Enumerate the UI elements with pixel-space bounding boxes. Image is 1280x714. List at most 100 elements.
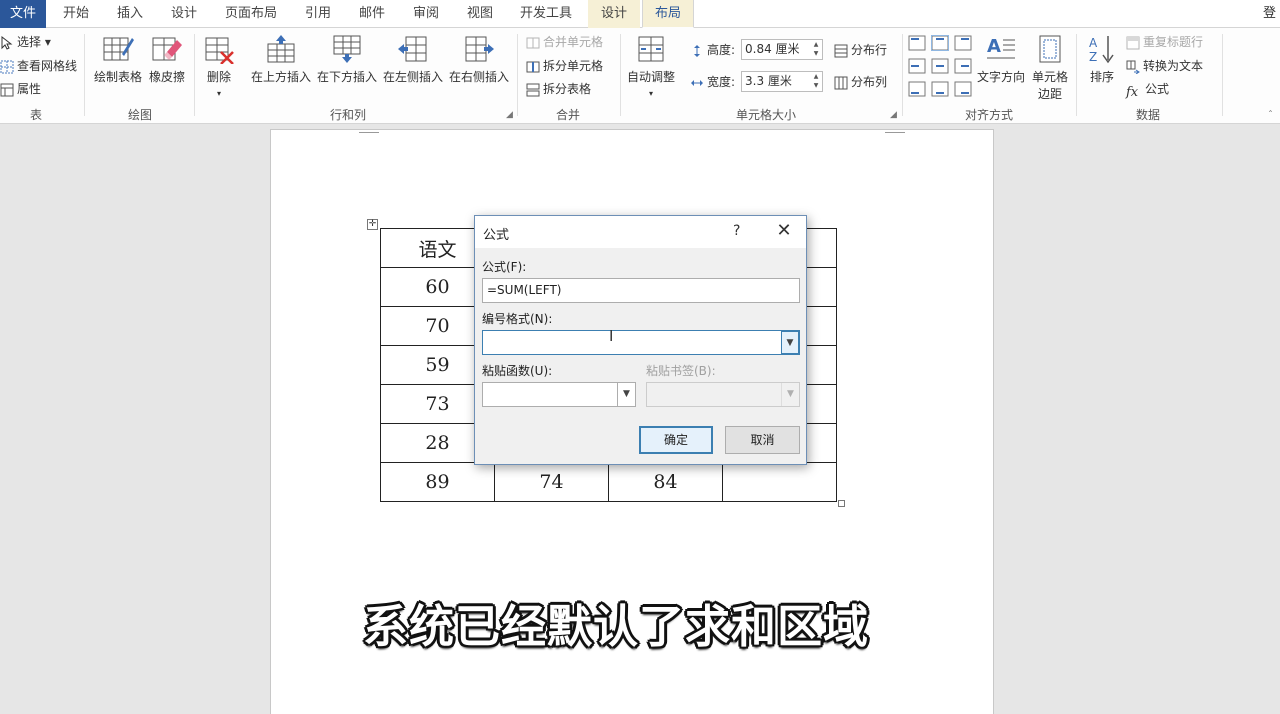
insert-above-button[interactable]: 在上方插入 — [248, 34, 314, 85]
table-move-handle-icon[interactable]: ✛ — [367, 219, 378, 230]
tab-view[interactable]: 视图 — [456, 0, 504, 28]
delete-button[interactable]: 删除 ▾ — [200, 34, 238, 99]
align-bottom-right-button[interactable] — [954, 81, 972, 97]
table-cell[interactable]: 84 — [608, 462, 723, 502]
delete-label: 删除 — [206, 70, 231, 84]
group-separator — [1222, 34, 1223, 116]
tab-mailings[interactable]: 邮件 — [348, 0, 396, 28]
distribute-rows-button[interactable]: 分布行 — [834, 40, 887, 60]
spinner-arrows-icon[interactable]: ▲ ▼ — [810, 72, 822, 91]
view-gridlines-button[interactable]: 查看网格线 — [0, 56, 77, 76]
formula-input[interactable]: =SUM(LEFT) — [482, 278, 800, 303]
row-height-spinner[interactable]: 0.84 厘米 ▲ ▼ — [741, 39, 823, 60]
autofit-label: 自动调整 — [626, 70, 675, 84]
row-height-value: 0.84 厘米 — [745, 42, 800, 56]
formula-button[interactable]: fx 公式 — [1126, 79, 1169, 100]
tab-page-layout[interactable]: 页面布局 — [214, 0, 288, 28]
convert-to-text-button[interactable]: 转换为文本 — [1126, 56, 1203, 76]
number-format-select[interactable]: ▼ — [482, 330, 800, 355]
properties-button[interactable]: 属性 — [0, 79, 41, 99]
split-cells-label: 拆分单元格 — [543, 59, 604, 73]
gridlines-icon — [0, 60, 14, 74]
align-middle-left-button[interactable] — [908, 58, 926, 74]
eraser-icon — [151, 34, 183, 64]
tab-design[interactable]: 设计 — [160, 0, 208, 28]
distribute-cols-button[interactable]: 分布列 — [834, 72, 887, 92]
align-top-left-button[interactable] — [908, 35, 926, 51]
align-middle-right-button[interactable] — [954, 58, 972, 74]
chevron-down-icon[interactable]: ▼ — [617, 383, 635, 406]
column-width-value: 3.3 厘米 — [745, 74, 792, 88]
table-resize-handle[interactable] — [838, 500, 845, 507]
repeat-header-button[interactable]: 重复标题行 — [1126, 32, 1203, 52]
column-width-icon — [690, 76, 704, 90]
text-direction-button[interactable]: A 文字方向 — [974, 34, 1028, 85]
row-height-icon — [690, 44, 704, 58]
page-corner-mark — [359, 132, 379, 133]
formula-field-label: 公式(F): — [482, 260, 527, 274]
cancel-button[interactable]: 取消 — [725, 426, 800, 454]
tab-references[interactable]: 引用 — [294, 0, 342, 28]
group-label-data: 数据 — [1135, 108, 1160, 122]
collapse-ribbon-icon[interactable]: ˆ — [1268, 110, 1273, 121]
insert-right-icon — [463, 34, 495, 64]
align-top-right-button[interactable] — [954, 35, 972, 51]
merge-cells-button[interactable]: 合并单元格 — [526, 32, 603, 52]
paste-function-label: 粘贴函数(U): — [482, 364, 553, 378]
ok-button[interactable]: 确定 — [639, 426, 713, 454]
split-table-label: 拆分表格 — [543, 82, 592, 96]
rows-cols-launcher-icon[interactable]: ◢ — [506, 110, 513, 120]
insert-below-button[interactable]: 在下方插入 — [314, 34, 380, 85]
align-middle-center-button[interactable] — [931, 58, 949, 74]
width-label: 宽度: — [690, 72, 735, 92]
chevron-down-icon[interactable]: ▼ — [781, 331, 799, 354]
split-cells-button[interactable]: 拆分单元格 — [526, 56, 603, 76]
paste-function-select[interactable]: ▼ — [482, 382, 636, 407]
tab-insert[interactable]: 插入 — [106, 0, 154, 28]
help-button[interactable]: ? — [733, 223, 740, 239]
align-top-center-button[interactable] — [931, 35, 949, 51]
sign-in-link[interactable]: 登 — [1263, 0, 1276, 28]
split-table-button[interactable]: 拆分表格 — [526, 79, 591, 99]
paste-bookmark-select[interactable]: ▼ — [646, 382, 800, 407]
tab-table-layout[interactable]: 布局 — [642, 0, 694, 28]
properties-label: 属性 — [17, 82, 42, 96]
tab-developer[interactable]: 开发工具 — [510, 0, 582, 28]
close-icon[interactable]: ✕ — [774, 220, 794, 242]
align-bottom-center-button[interactable] — [931, 81, 949, 97]
tab-file[interactable]: 文件 — [0, 0, 46, 28]
distribute-cols-icon — [834, 76, 848, 90]
align-bottom-left-button[interactable] — [908, 81, 926, 97]
select-button[interactable]: 选择 ▾ — [0, 32, 51, 52]
delete-table-icon — [203, 34, 235, 65]
video-subtitle: 系统已经默认了求和区域 — [362, 600, 869, 653]
insert-left-button[interactable]: 在左侧插入 — [380, 34, 446, 85]
tab-table-design[interactable]: 设计 — [588, 0, 640, 28]
tab-review[interactable]: 审阅 — [402, 0, 450, 28]
chevron-down-icon[interactable]: ▼ — [781, 383, 799, 406]
table-cell[interactable] — [722, 462, 837, 502]
insert-left-label: 在左侧插入 — [382, 70, 443, 84]
autofit-button[interactable]: 自动调整 ▾ — [622, 34, 680, 99]
group-separator — [902, 34, 903, 116]
insert-below-label: 在下方插入 — [316, 70, 377, 84]
eraser-button[interactable]: 橡皮擦 — [146, 34, 188, 85]
split-table-icon — [526, 83, 540, 97]
table-cell[interactable]: 74 — [494, 462, 609, 502]
svg-text:Z: Z — [1089, 50, 1097, 64]
insert-right-button[interactable]: 在右侧插入 — [446, 34, 512, 85]
ribbon-tab-bar: 文件 开始 插入 设计 页面布局 引用 邮件 审阅 视图 开发工具 设计 布局 … — [0, 0, 1280, 28]
table-cell[interactable]: 89 — [380, 462, 495, 502]
insert-right-label: 在右侧插入 — [448, 70, 509, 84]
tab-home[interactable]: 开始 — [52, 0, 100, 28]
formula-dialog: 公式 ? ✕ 公式(F): =SUM(LEFT) 编号格式(N): ▼ 粘贴函数… — [474, 215, 807, 465]
cell-margins-button[interactable]: 单元格 边距 — [1028, 34, 1072, 102]
spinner-arrows-icon[interactable]: ▲ ▼ — [810, 40, 822, 59]
sort-button[interactable]: AZ 排序 — [1084, 34, 1120, 85]
column-width-spinner[interactable]: 3.3 厘米 ▲ ▼ — [741, 71, 823, 92]
draw-table-button[interactable]: 绘制表格 — [90, 34, 146, 85]
merge-cells-icon — [526, 36, 540, 50]
convert-to-text-icon — [1126, 60, 1140, 74]
cell-size-launcher-icon[interactable]: ◢ — [890, 110, 897, 120]
autofit-icon — [635, 34, 667, 64]
